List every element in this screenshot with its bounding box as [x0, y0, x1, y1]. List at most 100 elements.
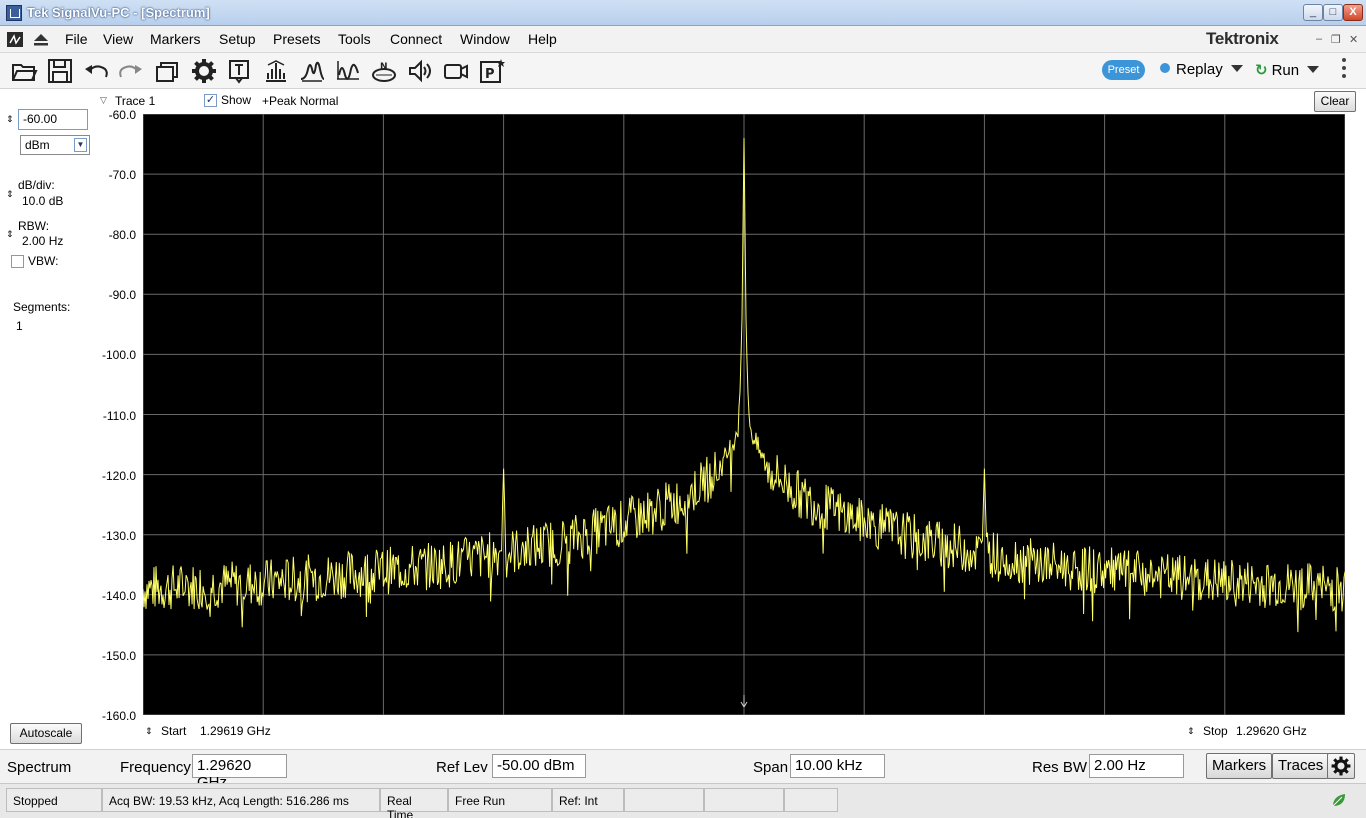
- stop-spin-icon[interactable]: ⇕: [1187, 726, 1195, 737]
- y-tick-label: -100.0: [101, 348, 136, 363]
- eject-icon[interactable]: [32, 31, 50, 48]
- open-folder-icon[interactable]: [10, 57, 38, 85]
- y-tick-label: -150.0: [101, 648, 136, 663]
- y-tick-label: -130.0: [101, 528, 136, 543]
- trace-expand-icon[interactable]: ▽: [100, 95, 107, 106]
- antenna-icon[interactable]: [262, 57, 290, 85]
- save-icon[interactable]: [46, 57, 74, 85]
- speaker-icon[interactable]: [406, 57, 434, 85]
- status-empty-2: [704, 788, 784, 812]
- app-menu-icon[interactable]: [6, 31, 24, 48]
- gear-icon: [1331, 756, 1351, 776]
- windows-icon[interactable]: [154, 57, 182, 85]
- status-mode: Real Time: [380, 788, 448, 818]
- svg-text:N: N: [380, 62, 388, 72]
- y-tick-label: -90.0: [108, 288, 136, 303]
- presentation-icon[interactable]: P: [478, 57, 506, 85]
- display-name: Spectrum: [7, 759, 72, 776]
- y-tick-label: -120.0: [101, 468, 136, 483]
- run-button[interactable]: ↻ Run: [1255, 61, 1320, 79]
- menu-window[interactable]: Window: [460, 31, 510, 47]
- mdi-close-icon[interactable]: ✕: [1349, 33, 1358, 46]
- trace-label[interactable]: Trace 1: [115, 94, 155, 108]
- close-button[interactable]: X: [1343, 4, 1363, 21]
- peak-icon[interactable]: [298, 57, 326, 85]
- maximize-button[interactable]: □: [1323, 4, 1343, 21]
- start-spin-icon[interactable]: ⇕: [145, 726, 153, 737]
- ref-lev-input[interactable]: -50.00 dBm: [492, 754, 586, 778]
- frequency-input[interactable]: 1.29620 GHz: [192, 754, 287, 791]
- undo-icon[interactable]: [82, 57, 110, 85]
- y-tick-label: -70.0: [108, 168, 136, 183]
- spectrum-plot[interactable]: [142, 113, 1346, 716]
- menu-file[interactable]: File: [65, 31, 88, 47]
- menu-bar: File View Markers Setup Presets Tools Co…: [0, 26, 1366, 53]
- menu-setup[interactable]: Setup: [219, 31, 256, 47]
- status-empty-3: [784, 788, 838, 812]
- mdi-minimize-icon[interactable]: –: [1316, 33, 1322, 45]
- settings-gear-button[interactable]: [1327, 753, 1355, 779]
- app-icon: [6, 5, 22, 21]
- markers-button[interactable]: Markers: [1206, 753, 1273, 779]
- span-input[interactable]: 10.00 kHz: [790, 754, 885, 778]
- show-checkbox[interactable]: ✓: [204, 94, 217, 107]
- ref-spin-icon[interactable]: ⇕: [6, 114, 14, 125]
- control-bar: Spectrum Frequency 1.29620 GHz Ref Lev -…: [0, 749, 1366, 791]
- rbw-value[interactable]: 2.00 Hz: [22, 234, 63, 248]
- redo-icon[interactable]: [117, 57, 145, 85]
- waveform-icon[interactable]: [334, 57, 362, 85]
- camera-icon[interactable]: [442, 57, 470, 85]
- run-label: Run: [1271, 62, 1300, 79]
- status-acq-info: Acq BW: 19.53 kHz, Acq Length: 516.286 m…: [102, 788, 380, 812]
- stop-value[interactable]: 1.29620 GHz: [1236, 724, 1307, 738]
- preset-button[interactable]: Preset: [1102, 60, 1145, 80]
- more-options-icon[interactable]: [1342, 58, 1346, 84]
- menu-presets[interactable]: Presets: [273, 31, 320, 47]
- status-trigger: Free Run: [448, 788, 552, 812]
- detection-label[interactable]: +Peak Normal: [262, 94, 338, 108]
- menu-help[interactable]: Help: [528, 31, 557, 47]
- chevron-down-icon[interactable]: ▼: [74, 138, 87, 152]
- left-settings-panel: ⇕ -60.00 dBm ▼ ⇕ dB/div: 10.0 dB ⇕ RBW: …: [0, 89, 96, 749]
- title-bar: Tek SignalVu-PC - [Spectrum] _ □ X: [0, 0, 1366, 26]
- svg-text:P: P: [485, 67, 495, 82]
- window-title: Tek SignalVu-PC - [Spectrum]: [27, 5, 210, 20]
- status-bar: Stopped Acq BW: 19.53 kHz, Acq Length: 5…: [0, 783, 1366, 818]
- segments-value: 1: [16, 319, 23, 333]
- unit-select-value: dBm: [25, 138, 50, 152]
- autoscale-button[interactable]: Autoscale: [10, 723, 82, 744]
- db-div-value[interactable]: 10.0 dB: [22, 194, 63, 208]
- replay-dot-icon: [1160, 63, 1170, 73]
- menu-connect[interactable]: Connect: [390, 31, 442, 47]
- clear-button[interactable]: Clear: [1314, 91, 1356, 112]
- rbw-spin-icon[interactable]: ⇕: [6, 229, 14, 240]
- ref-value-input[interactable]: -60.00: [18, 109, 88, 130]
- menu-markers[interactable]: Markers: [150, 31, 201, 47]
- settings-gear-icon[interactable]: [190, 57, 218, 85]
- status-ref: Ref: Int: [552, 788, 624, 812]
- minimize-button[interactable]: _: [1303, 4, 1323, 21]
- run-icon: ↻: [1255, 62, 1268, 79]
- text-marker-icon[interactable]: [226, 57, 254, 85]
- center-frequency-marker-icon: [740, 695, 748, 708]
- y-tick-label: -60.0: [108, 108, 136, 122]
- traces-button[interactable]: Traces: [1272, 753, 1330, 779]
- vbw-checkbox[interactable]: [11, 255, 24, 268]
- replay-button[interactable]: Replay: [1160, 61, 1243, 78]
- show-label: Show: [221, 93, 252, 107]
- frequency-range-row: ⇕ Start 1.29619 GHz ⇕ Stop 1.29620 GHz: [96, 715, 1366, 749]
- brand-logo: Tektronix: [1206, 29, 1279, 48]
- frequency-label: Frequency: [120, 759, 191, 776]
- chevron-down-icon: [1230, 65, 1243, 72]
- mdi-restore-icon[interactable]: ❐: [1331, 33, 1341, 46]
- db-div-spin-icon[interactable]: ⇕: [6, 189, 14, 200]
- db-div-label: dB/div:: [18, 178, 55, 192]
- rbw-label: RBW:: [18, 219, 50, 233]
- start-value[interactable]: 1.29619 GHz: [200, 724, 271, 738]
- noise-icon[interactable]: N: [370, 57, 398, 85]
- res-bw-input[interactable]: 2.00 Hz: [1089, 754, 1184, 778]
- menu-tools[interactable]: Tools: [338, 31, 371, 47]
- unit-select[interactable]: dBm ▼: [20, 135, 90, 155]
- leaf-icon: [1332, 794, 1345, 807]
- menu-view[interactable]: View: [103, 31, 133, 47]
